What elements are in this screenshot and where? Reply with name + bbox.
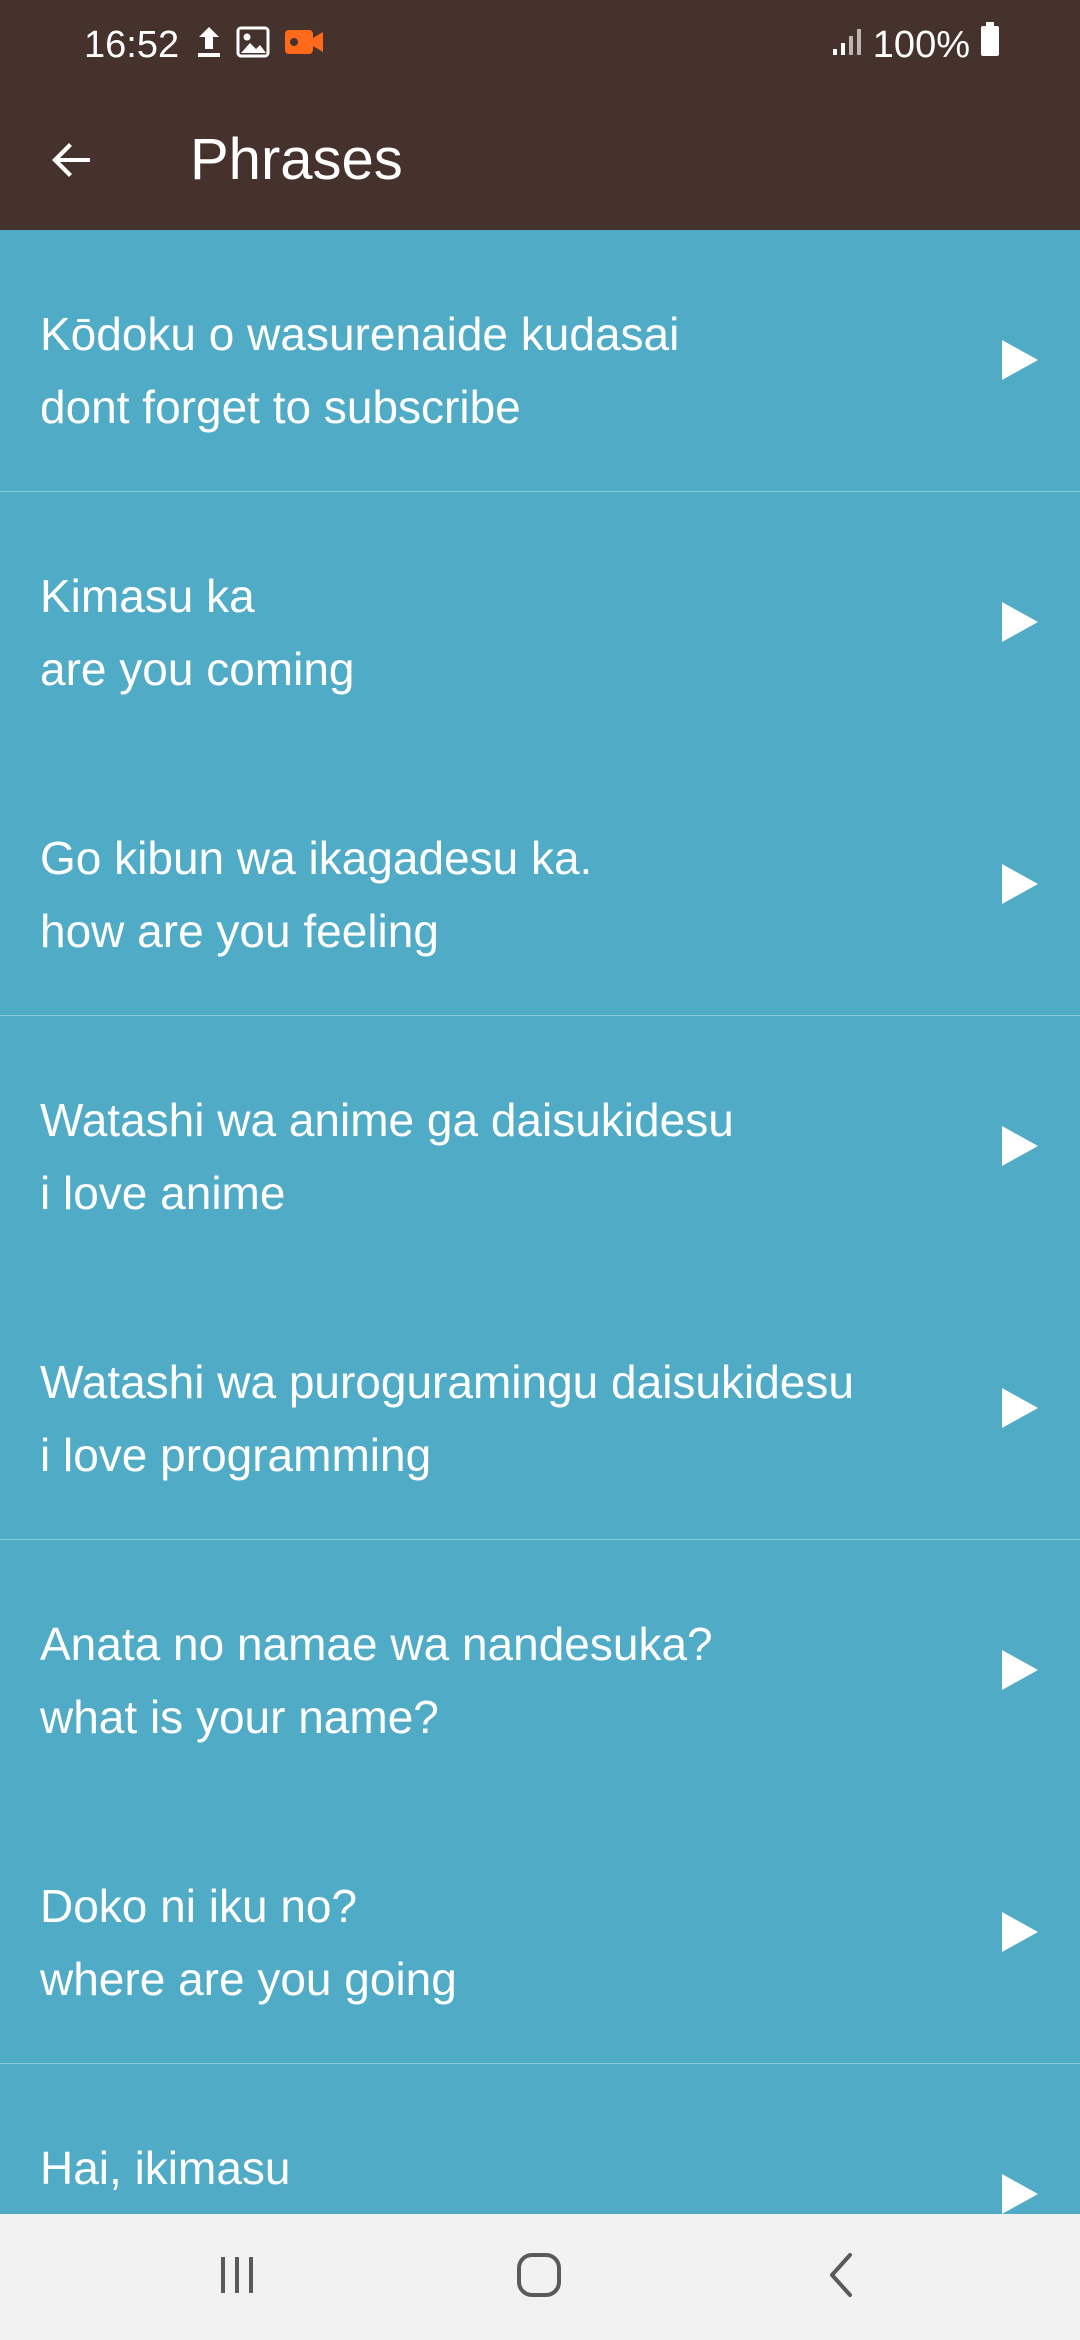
battery-text: 100% [872, 24, 970, 66]
recent-apps-button[interactable] [207, 2247, 267, 2307]
phrase-item[interactable]: Kimasu ka are you coming [0, 492, 1080, 754]
phrase-text: Go kibun wa ikagadesu ka. how are you fe… [40, 822, 592, 968]
status-right: 100% [831, 20, 1000, 70]
play-icon[interactable] [1000, 1648, 1040, 1692]
phrase-english: dont forget to subscribe [40, 381, 521, 433]
back-nav-button[interactable] [812, 2247, 872, 2307]
phrase-japanese: Anata no namae wa nandesuka? [40, 1618, 713, 1670]
play-icon[interactable] [1000, 338, 1040, 382]
arrow-back-icon [48, 136, 96, 189]
play-icon[interactable] [1000, 1124, 1040, 1168]
phrase-japanese: Watashi wa puroguramingu daisukidesu [40, 1356, 854, 1408]
phrase-japanese: Watashi wa anime ga daisukidesu [40, 1094, 734, 1146]
phrase-text: Watashi wa puroguramingu daisukidesu i l… [40, 1346, 854, 1492]
phrase-list[interactable]: Kōdoku o wasurenaide kudasai dont forget… [0, 230, 1080, 2230]
phrase-text: Hai, ikimasu [40, 2132, 291, 2205]
back-button[interactable] [36, 126, 108, 198]
phrase-english: how are you feeling [40, 905, 439, 957]
recent-apps-icon [215, 2253, 259, 2302]
phrase-japanese: Go kibun wa ikagadesu ka. [40, 832, 593, 884]
phrase-item[interactable]: Go kibun wa ikagadesu ka. how are you fe… [0, 754, 1080, 1016]
home-button[interactable] [509, 2247, 569, 2307]
play-icon[interactable] [1000, 2172, 1040, 2216]
status-notification-icons [196, 24, 324, 64]
video-record-icon [284, 28, 324, 61]
phrase-item[interactable]: Watashi wa puroguramingu daisukidesu i l… [0, 1278, 1080, 1540]
page-title: Phrases [190, 127, 403, 192]
phrase-text: Watashi wa anime ga daisukidesu i love a… [40, 1084, 734, 1230]
phrase-english: i love programming [40, 1429, 432, 1481]
signal-icon [831, 20, 863, 70]
play-icon[interactable] [1000, 862, 1040, 906]
status-bar: 16:52 100% [0, 0, 1080, 90]
battery-icon [980, 20, 1000, 70]
play-icon[interactable] [1000, 600, 1040, 644]
status-time: 16:52 [84, 24, 180, 66]
phrase-item[interactable]: Doko ni iku no? where are you going [0, 1802, 1080, 2064]
home-icon [515, 2251, 563, 2304]
phrase-japanese: Kōdoku o wasurenaide kudasai [40, 308, 680, 360]
phrase-text: Doko ni iku no? where are you going [40, 1870, 457, 2016]
phrase-item[interactable]: Hai, ikimasu [0, 2064, 1080, 2230]
phrase-japanese: Hai, ikimasu [40, 2142, 291, 2194]
phrase-item[interactable]: Kōdoku o wasurenaide kudasai dont forget… [0, 230, 1080, 492]
system-nav-bar [0, 2214, 1080, 2340]
phrase-text: Kōdoku o wasurenaide kudasai dont forget… [40, 298, 679, 444]
phrase-item[interactable]: Anata no namae wa nandesuka? what is you… [0, 1540, 1080, 1802]
upload-icon [196, 25, 222, 64]
app-bar: Phrases [0, 90, 1080, 230]
phrase-text: Anata no namae wa nandesuka? what is you… [40, 1608, 713, 1754]
phrase-english: where are you going [40, 1953, 457, 2005]
play-icon[interactable] [1000, 1910, 1040, 1954]
phrase-english: i love anime [40, 1167, 286, 1219]
phrase-english: what is your name? [40, 1691, 439, 1743]
phrase-text: Kimasu ka are you coming [40, 560, 355, 706]
phrase-japanese: Kimasu ka [40, 570, 255, 622]
phrase-japanese: Doko ni iku no? [40, 1880, 358, 1932]
back-nav-icon [822, 2251, 862, 2304]
phrase-english: are you coming [40, 643, 355, 695]
phrase-item[interactable]: Watashi wa anime ga daisukidesu i love a… [0, 1016, 1080, 1278]
image-icon [236, 26, 270, 63]
play-icon[interactable] [1000, 1386, 1040, 1430]
